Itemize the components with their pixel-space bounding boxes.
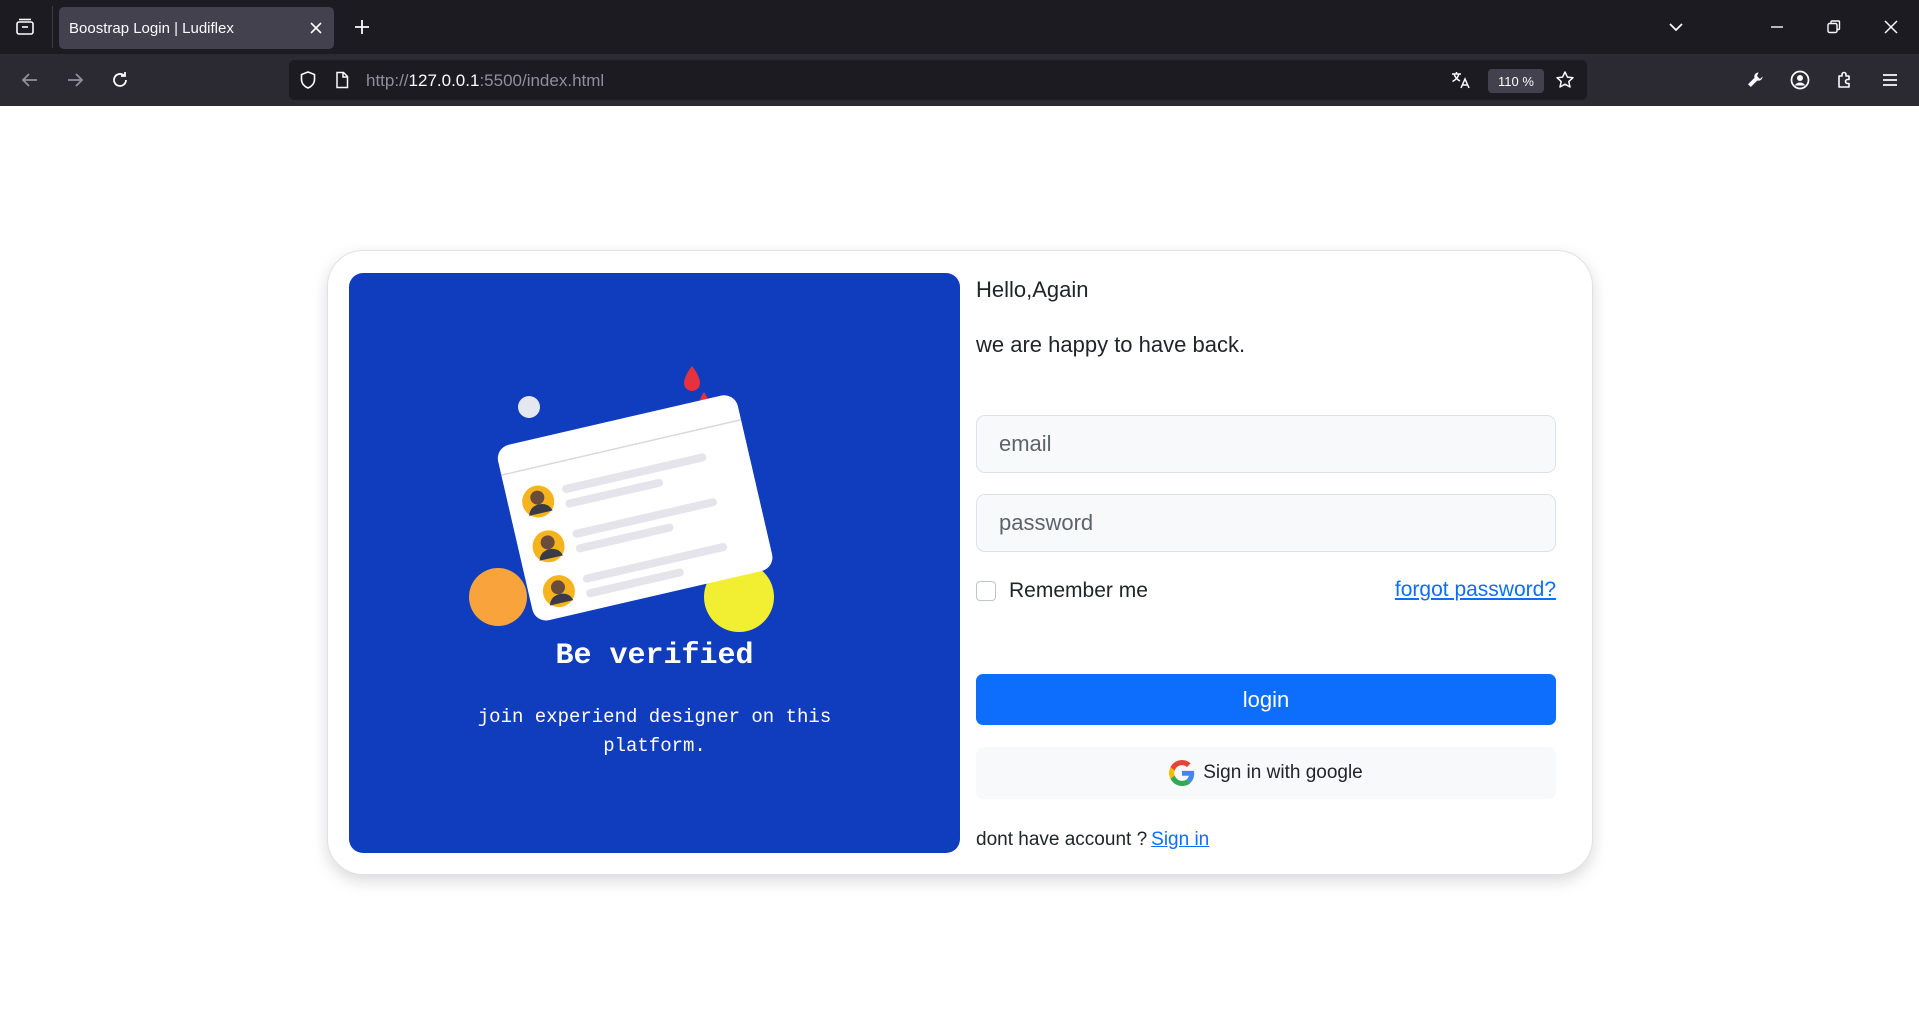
- page-icon[interactable]: [331, 69, 353, 91]
- signup-text: dont have account ?: [976, 829, 1148, 850]
- back-icon[interactable]: [13, 63, 47, 97]
- url-prefix: http://: [366, 71, 409, 90]
- extensions-icon[interactable]: [1828, 63, 1862, 97]
- nav-bar: http://127.0.0.1:5500/index.html 110 %: [0, 54, 1919, 106]
- account-icon[interactable]: [1783, 63, 1817, 97]
- password-field[interactable]: [976, 494, 1556, 552]
- tab-title: Boostrap Login | Ludiflex: [69, 20, 234, 37]
- forward-icon[interactable]: [58, 63, 92, 97]
- forgot-password-link[interactable]: forgot password?: [1395, 578, 1556, 602]
- google-button-label: Sign in with google: [1203, 762, 1363, 783]
- plus-icon[interactable]: [346, 11, 378, 43]
- minimize-icon[interactable]: [1760, 10, 1794, 44]
- remember-label: Remember me: [1009, 579, 1148, 602]
- zoom-badge[interactable]: 110 %: [1488, 69, 1544, 93]
- url-text[interactable]: http://127.0.0.1:5500/index.html: [366, 71, 604, 91]
- google-icon: [1169, 760, 1195, 786]
- tab-separator: [52, 6, 53, 48]
- restore-icon[interactable]: [1817, 10, 1851, 44]
- close-window-icon[interactable]: [1874, 10, 1908, 44]
- shield-icon[interactable]: [297, 69, 319, 91]
- remember-checkbox[interactable]: [976, 581, 996, 601]
- browser-tab[interactable]: Boostrap Login | Ludiflex: [59, 7, 334, 49]
- featured-text: join experiend designer on this platform…: [477, 706, 832, 757]
- wrench-icon[interactable]: [1738, 63, 1772, 97]
- menu-icon[interactable]: [1873, 63, 1907, 97]
- verified-illustration: [469, 366, 774, 632]
- greeting-heading: Hello,Again: [976, 277, 1089, 302]
- signin-link[interactable]: Sign in: [1151, 829, 1209, 850]
- greeting-subtitle: we are happy to have back.: [976, 332, 1246, 357]
- google-signin-button[interactable]: Sign in with google: [976, 747, 1556, 799]
- featured-panel: Be verified join experiend designer on t…: [349, 273, 960, 853]
- url-host: 127.0.0.1: [408, 71, 480, 90]
- chevron-down-icon[interactable]: [1659, 10, 1693, 44]
- translate-icon[interactable]: [1450, 69, 1472, 91]
- signup-prompt: dont have account ? Sign in: [976, 829, 1209, 851]
- tab-list-icon[interactable]: [8, 10, 42, 44]
- email-field[interactable]: [976, 415, 1556, 473]
- url-path: :5500/index.html: [479, 71, 605, 90]
- tab-bar: Boostrap Login | Ludiflex: [0, 0, 1919, 54]
- star-icon[interactable]: [1554, 69, 1576, 91]
- login-button[interactable]: login: [976, 674, 1556, 725]
- reload-icon[interactable]: [103, 63, 137, 97]
- url-bar[interactable]: http://127.0.0.1:5500/index.html 110 %: [289, 60, 1587, 100]
- featured-title: Be verified: [555, 639, 754, 673]
- remember-me[interactable]: Remember me: [976, 577, 1148, 605]
- close-icon[interactable]: [306, 18, 326, 38]
